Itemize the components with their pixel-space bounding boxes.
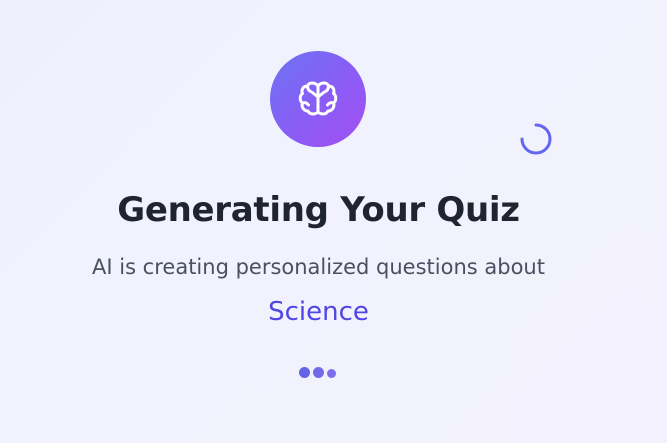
- page-title: Generating Your Quiz: [117, 190, 520, 230]
- loading-dot: [327, 369, 336, 378]
- brain-icon: [298, 81, 338, 116]
- loading-spinner-icon: [520, 123, 552, 155]
- loading-dot: [313, 367, 324, 378]
- quiz-topic: Science: [268, 297, 369, 327]
- loading-dot: [299, 367, 310, 378]
- brain-icon-badge: [270, 51, 366, 147]
- loading-dots: [297, 366, 341, 380]
- loading-description: AI is creating personalized questions ab…: [92, 255, 545, 279]
